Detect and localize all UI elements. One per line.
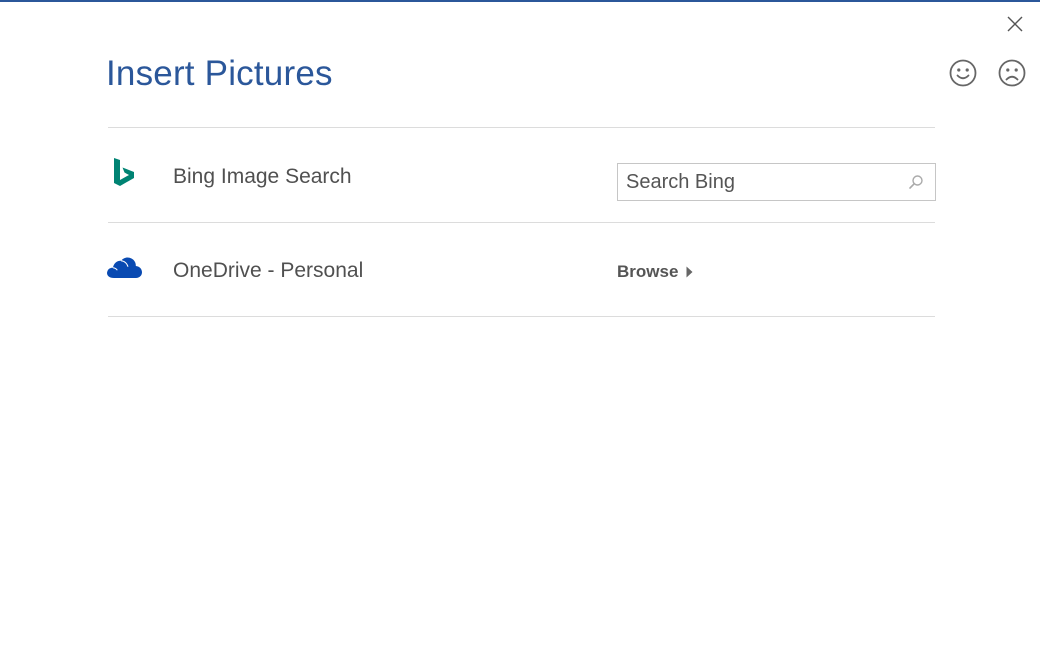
search-button[interactable] [907, 173, 925, 191]
smile-icon [949, 59, 977, 87]
onedrive-cloud-icon [104, 254, 144, 280]
chevron-right-icon [686, 266, 693, 278]
browse-label: Browse [617, 262, 679, 281]
source-row-onedrive: OneDrive - Personal Browse [104, 224, 938, 318]
send-frown-button[interactable] [997, 58, 1027, 88]
window-top-border [0, 0, 1040, 2]
bing-search-box [617, 163, 936, 201]
divider [108, 222, 935, 223]
close-icon [1007, 16, 1023, 32]
source-row-bing: Bing Image Search [104, 130, 938, 224]
bing-logo-icon [110, 156, 138, 192]
send-smile-button[interactable] [948, 58, 978, 88]
browse-button[interactable]: Browse [617, 262, 693, 282]
source-label-onedrive: OneDrive - Personal [173, 259, 364, 282]
frown-icon [998, 59, 1026, 87]
search-icon [909, 175, 923, 189]
source-label-bing: Bing Image Search [173, 165, 352, 188]
close-button[interactable] [1001, 10, 1029, 38]
divider [108, 316, 935, 317]
dialog-title: Insert Pictures [106, 54, 333, 93]
search-bing-input[interactable] [618, 164, 898, 200]
divider [108, 127, 935, 128]
